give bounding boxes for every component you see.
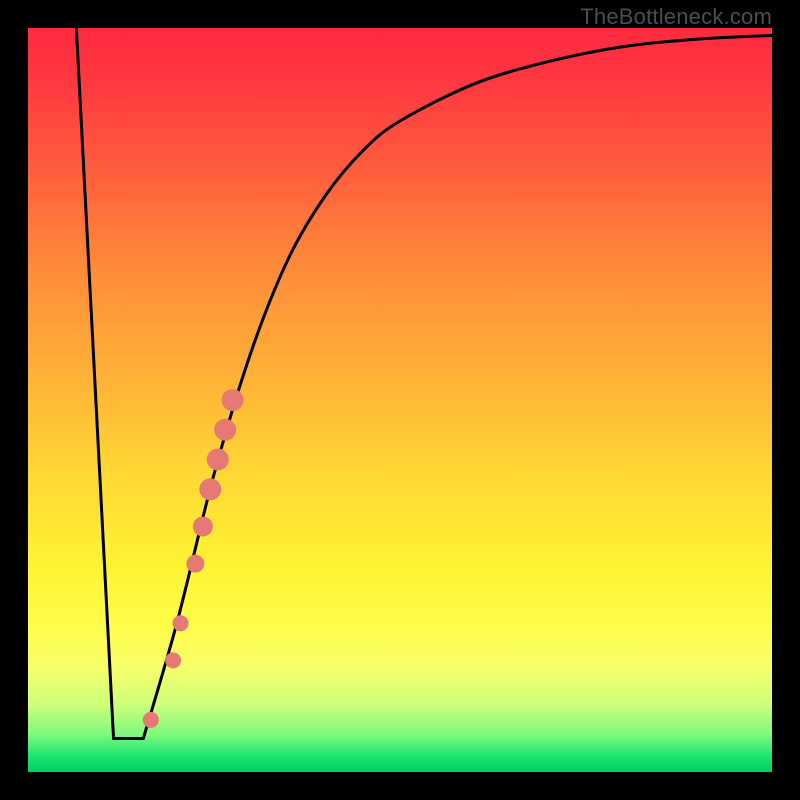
curve-marker (199, 478, 221, 500)
curve-marker (173, 615, 189, 631)
plot-area (28, 28, 772, 772)
curve-marker (165, 652, 181, 668)
bottleneck-path (76, 28, 772, 739)
curve-marker (186, 555, 204, 573)
curve-marker (193, 516, 213, 536)
curve-markers (143, 389, 244, 728)
curve-marker (143, 712, 159, 728)
chart-frame: TheBottleneck.com (0, 0, 800, 800)
curve-layer (28, 28, 772, 772)
curve-marker (207, 449, 229, 471)
watermark-text: TheBottleneck.com (580, 4, 772, 30)
curve-marker (214, 419, 236, 441)
curve-marker (222, 389, 244, 411)
bottleneck-curve (76, 28, 772, 739)
